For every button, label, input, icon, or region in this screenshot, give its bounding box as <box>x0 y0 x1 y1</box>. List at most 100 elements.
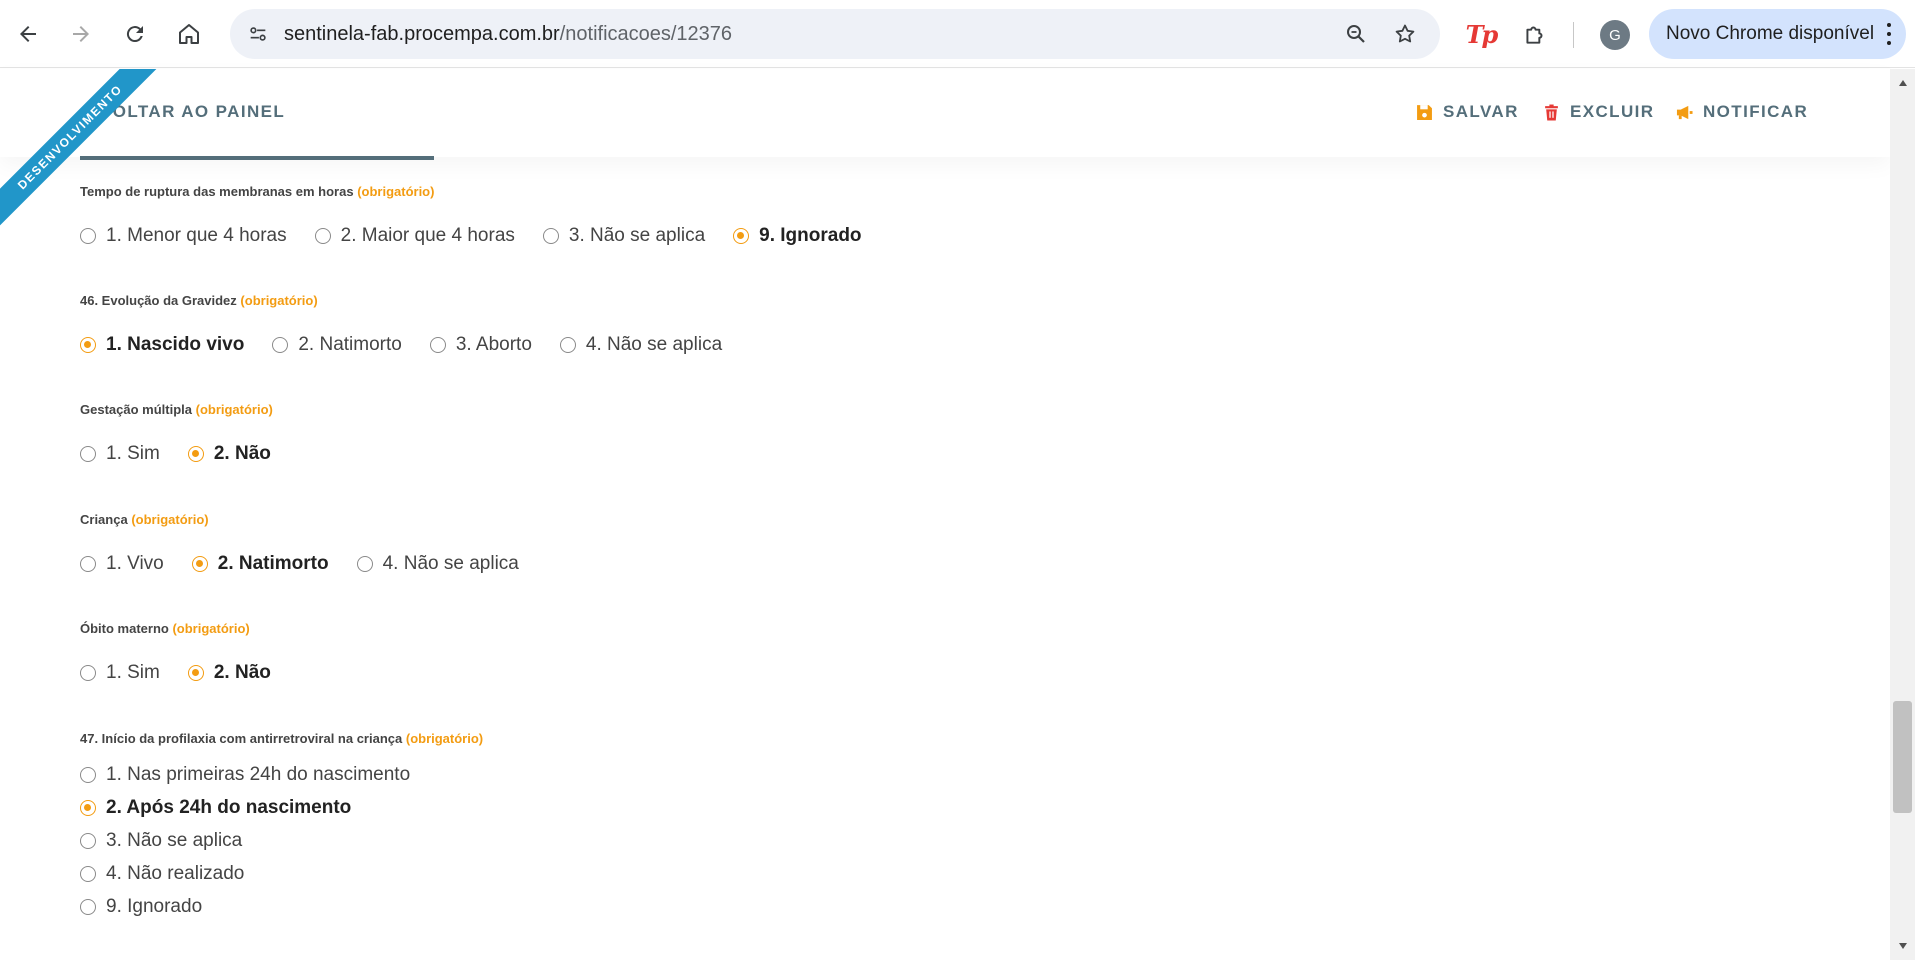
save-label: SALVAR <box>1443 102 1519 121</box>
radio-button[interactable] <box>272 336 289 353</box>
back-to-panel-link[interactable]: VOLTAR AO PAINEL <box>100 102 285 122</box>
save-button[interactable]: SALVAR <box>1416 102 1519 122</box>
radio-option[interactable]: 9. Ignorado <box>733 219 862 252</box>
megaphone-icon <box>1676 105 1693 119</box>
question-label: 47. Início da profilaxia com antirretrov… <box>80 731 484 746</box>
address-bar[interactable]: sentinela-fab.procempa.com.br/notificaco… <box>230 9 1440 59</box>
scrollbar-thumb[interactable] <box>1893 701 1912 813</box>
radio-option[interactable]: 1. Sim <box>80 437 160 470</box>
profile-avatar[interactable]: G <box>1600 20 1630 50</box>
radio-option[interactable]: 2. Após 24h do nascimento <box>80 791 351 824</box>
extensions-puzzle-icon[interactable] <box>1515 14 1555 54</box>
reload-button[interactable] <box>115 14 155 54</box>
question-label: Gestação múltipla (obrigatório) <box>80 402 273 417</box>
radio-option[interactable]: 1. Nascido vivo <box>80 328 244 361</box>
update-chip-label: Novo Chrome disponível <box>1666 23 1875 44</box>
question-gestacao-multipla: Gestação múltipla (obrigatório) 1. Sim 2… <box>80 402 299 470</box>
radio-button[interactable] <box>191 555 208 572</box>
radio-option[interactable]: 1. Vivo <box>80 547 164 580</box>
home-icon <box>179 24 199 44</box>
bookmark-star-icon[interactable] <box>1389 18 1421 50</box>
site-info-icon[interactable] <box>242 18 274 50</box>
radio-button[interactable] <box>80 664 96 681</box>
radio-option[interactable]: 2. Não <box>187 437 271 470</box>
zoom-icon[interactable] <box>1340 18 1372 50</box>
save-icon <box>1417 104 1432 120</box>
reload-icon <box>126 26 143 43</box>
radio-button[interactable] <box>559 336 576 353</box>
question-obito-materno: Óbito materno (obrigatório) 1. Sim 2. Nã… <box>80 621 299 689</box>
arrow-left-icon <box>20 26 36 42</box>
tp-extension-icon[interactable]: Tp <box>1461 14 1501 54</box>
more-menu-icon[interactable] <box>1886 23 1892 45</box>
delete-label: EXCLUIR <box>1570 102 1655 121</box>
radio-button[interactable] <box>356 555 373 572</box>
browser-toolbar: sentinela-fab.procempa.com.br/notificaco… <box>0 0 1915 68</box>
question-crianca: Criança (obrigatório) 1. Vivo 2. Natimor… <box>80 512 547 580</box>
page-scrollbar[interactable] <box>1890 69 1915 960</box>
radio-option[interactable]: 4. Não se aplica <box>356 547 519 580</box>
radio-group: 1. Nascido vivo 2. Natimorto 3. Aborto 4… <box>80 328 750 361</box>
question-ruptura-membranas: Tempo de ruptura das membranas em horas … <box>80 184 890 252</box>
required-tag: (obrigatório) <box>195 402 273 417</box>
radio-option[interactable]: 2. Não <box>187 656 271 689</box>
radio-button[interactable] <box>80 766 96 783</box>
notify-button[interactable]: NOTIFICAR <box>1676 102 1808 122</box>
radio-option[interactable]: 9. Ignorado <box>80 890 202 923</box>
radio-button[interactable] <box>80 832 96 849</box>
toolbar-divider <box>1573 22 1574 48</box>
required-tag: (obrigatório) <box>357 184 435 199</box>
required-tag: (obrigatório) <box>405 731 484 746</box>
scroll-down-arrow-icon[interactable] <box>1890 936 1915 956</box>
back-button[interactable] <box>8 14 48 54</box>
profile-initial: G <box>1609 26 1621 44</box>
notify-label: NOTIFICAR <box>1703 102 1809 121</box>
radio-button[interactable] <box>80 555 96 572</box>
radio-group: 1. Sim 2. Não <box>80 656 299 689</box>
radio-option[interactable]: 3. Aborto <box>429 328 532 361</box>
forward-button[interactable] <box>61 14 101 54</box>
radio-option[interactable]: 3. Não se aplica <box>542 219 705 252</box>
radio-option[interactable]: 1. Nas primeiras 24h do nascimento <box>80 758 410 791</box>
radio-button[interactable] <box>80 898 96 915</box>
radio-group: 1. Sim 2. Não <box>80 437 299 470</box>
radio-option[interactable]: 2. Maior que 4 horas <box>314 219 515 252</box>
app-header: VOLTAR AO PAINEL SALVAR EXCLUIR NOTIFICA… <box>0 69 1890 160</box>
radio-button[interactable] <box>187 445 204 462</box>
radio-option[interactable]: 1. Sim <box>80 656 160 689</box>
radio-group: 1. Nas primeiras 24h do nascimento 2. Ap… <box>80 758 483 923</box>
radio-option[interactable]: 2. Natimorto <box>272 328 402 361</box>
question-label: Criança (obrigatório) <box>80 512 209 527</box>
radio-option[interactable]: 4. Não realizado <box>80 857 244 890</box>
radio-button[interactable] <box>80 865 96 882</box>
question-label: 46. Evolução da Gravidez (obrigatório) <box>80 293 318 308</box>
required-tag: (obrigatório) <box>240 293 318 308</box>
required-tag: (obrigatório) <box>172 621 250 636</box>
radio-button[interactable] <box>429 336 446 353</box>
url-domain: sentinela-fab.procempa.com.br <box>284 23 560 45</box>
radio-option[interactable]: 1. Menor que 4 horas <box>80 219 287 252</box>
radio-button[interactable] <box>80 227 96 244</box>
radio-option[interactable]: 3. Não se aplica <box>80 824 242 857</box>
arrow-right-icon <box>73 26 89 42</box>
trash-icon <box>1545 104 1558 120</box>
scroll-up-arrow-icon[interactable] <box>1890 73 1915 93</box>
url-text: sentinela-fab.procempa.com.br/notificaco… <box>284 9 732 59</box>
radio-button[interactable] <box>187 664 204 681</box>
home-button[interactable] <box>169 14 209 54</box>
radio-option[interactable]: 4. Não se aplica <box>559 328 722 361</box>
radio-option[interactable]: 2. Natimorto <box>191 547 329 580</box>
active-tab-underline <box>80 156 434 160</box>
radio-button[interactable] <box>314 227 331 244</box>
radio-button[interactable] <box>80 799 96 816</box>
radio-button[interactable] <box>733 227 750 244</box>
question-evolucao-gravidez: 46. Evolução da Gravidez (obrigatório) 1… <box>80 293 750 361</box>
radio-button[interactable] <box>542 227 559 244</box>
tp-logo-text: Tp <box>1465 19 1499 49</box>
radio-button[interactable] <box>80 336 96 353</box>
radio-group: 1. Menor que 4 horas 2. Maior que 4 hora… <box>80 219 890 252</box>
question-label: Óbito materno (obrigatório) <box>80 621 250 636</box>
radio-button[interactable] <box>80 445 96 462</box>
delete-button[interactable]: EXCLUIR <box>1543 102 1654 122</box>
chrome-update-chip[interactable]: Novo Chrome disponível <box>1649 9 1906 59</box>
